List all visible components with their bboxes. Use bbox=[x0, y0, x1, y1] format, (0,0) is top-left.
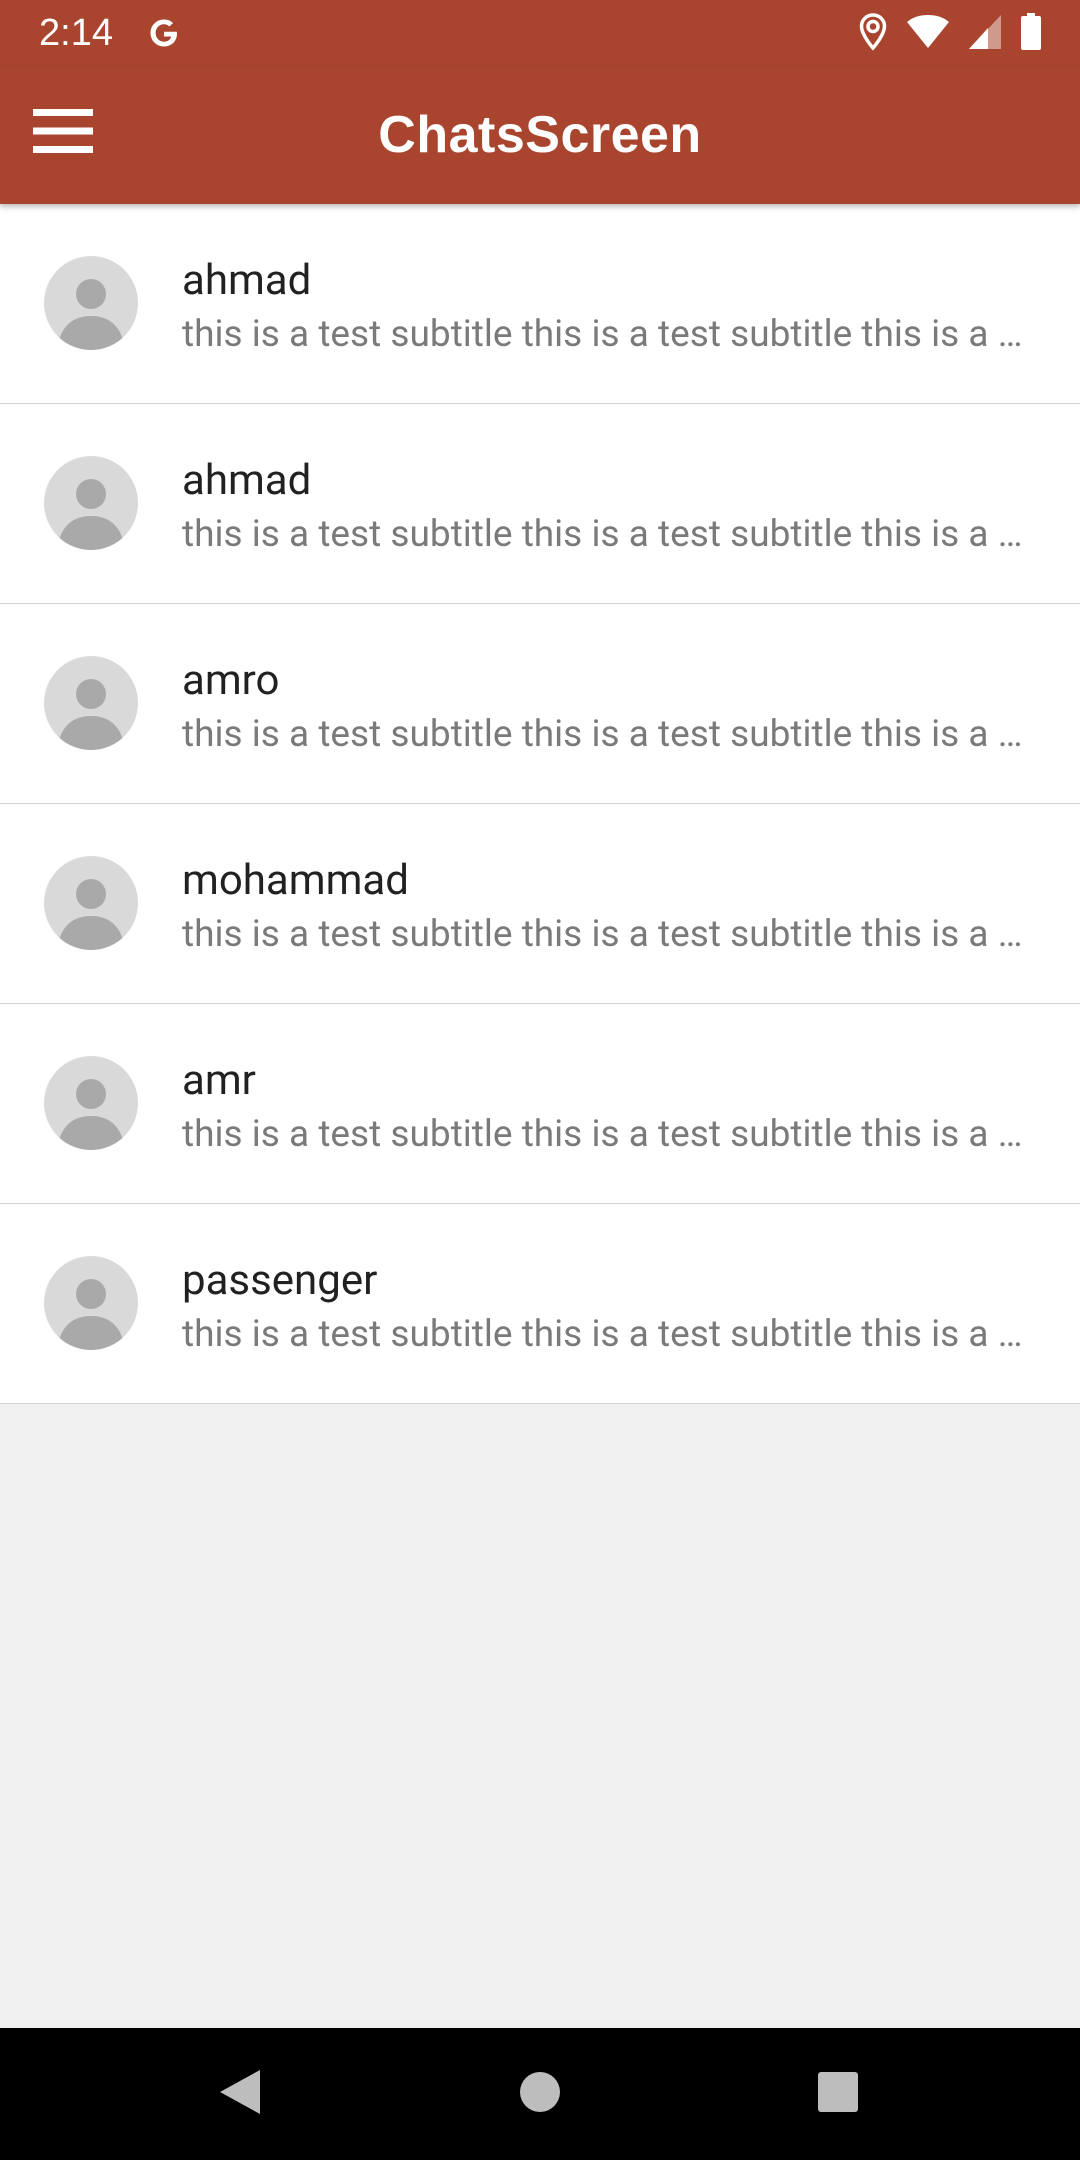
chat-list-item[interactable]: ahmad this is a test subtitle this is a … bbox=[0, 404, 1080, 604]
avatar-placeholder-icon bbox=[44, 456, 138, 550]
status-bar: 2:14 bbox=[0, 0, 1080, 66]
avatar-placeholder-icon bbox=[44, 656, 138, 750]
nav-recents-button[interactable] bbox=[800, 2056, 876, 2132]
chat-list: ahmad this is a test subtitle this is a … bbox=[0, 204, 1080, 1404]
chat-subtitle: this is a test subtitle this is a test s… bbox=[182, 513, 1030, 556]
chat-subtitle: this is a test subtitle this is a test s… bbox=[182, 313, 1030, 356]
nav-back-button[interactable] bbox=[202, 2056, 278, 2132]
chat-subtitle: this is a test subtitle this is a test s… bbox=[182, 713, 1030, 756]
cellular-signal-icon bbox=[968, 14, 1002, 54]
location-icon bbox=[858, 13, 888, 55]
navigation-bar bbox=[0, 2028, 1080, 2160]
app-bar: ChatsScreen bbox=[0, 66, 1080, 204]
hamburger-menu-button[interactable] bbox=[20, 90, 106, 176]
status-time: 2:14 bbox=[39, 12, 113, 54]
chat-list-item[interactable]: passenger this is a test subtitle this i… bbox=[0, 1204, 1080, 1404]
chat-list-item[interactable]: amro this is a test subtitle this is a t… bbox=[0, 604, 1080, 804]
chat-subtitle: this is a test subtitle this is a test s… bbox=[182, 1313, 1030, 1356]
recents-icon bbox=[817, 2071, 859, 2117]
avatar-placeholder-icon bbox=[44, 856, 138, 950]
battery-icon bbox=[1020, 13, 1042, 55]
chat-name: mohammad bbox=[182, 856, 409, 905]
chat-name: amro bbox=[182, 656, 280, 705]
chat-name: passenger bbox=[182, 1256, 378, 1305]
chat-list-item[interactable]: ahmad this is a test subtitle this is a … bbox=[0, 204, 1080, 404]
chat-name: ahmad bbox=[182, 256, 312, 305]
chat-subtitle: this is a test subtitle this is a test s… bbox=[182, 913, 1030, 956]
avatar-placeholder-icon bbox=[44, 256, 138, 350]
chat-list-item[interactable]: mohammad this is a test subtitle this is… bbox=[0, 804, 1080, 1004]
home-icon bbox=[518, 2070, 562, 2118]
nav-home-button[interactable] bbox=[502, 2056, 578, 2132]
wifi-icon bbox=[906, 14, 950, 54]
chat-list-item[interactable]: amr this is a test subtitle this is a te… bbox=[0, 1004, 1080, 1204]
chat-subtitle: this is a test subtitle this is a test s… bbox=[182, 1113, 1030, 1156]
app-title: ChatsScreen bbox=[378, 106, 702, 164]
chat-name: ahmad bbox=[182, 456, 312, 505]
hamburger-menu-icon bbox=[33, 107, 93, 159]
chat-name: amr bbox=[182, 1056, 256, 1105]
avatar-placeholder-icon bbox=[44, 1056, 138, 1150]
status-icons bbox=[858, 13, 1042, 55]
back-icon bbox=[218, 2068, 262, 2120]
google-g-icon bbox=[144, 13, 184, 57]
avatar-placeholder-icon bbox=[44, 1256, 138, 1350]
